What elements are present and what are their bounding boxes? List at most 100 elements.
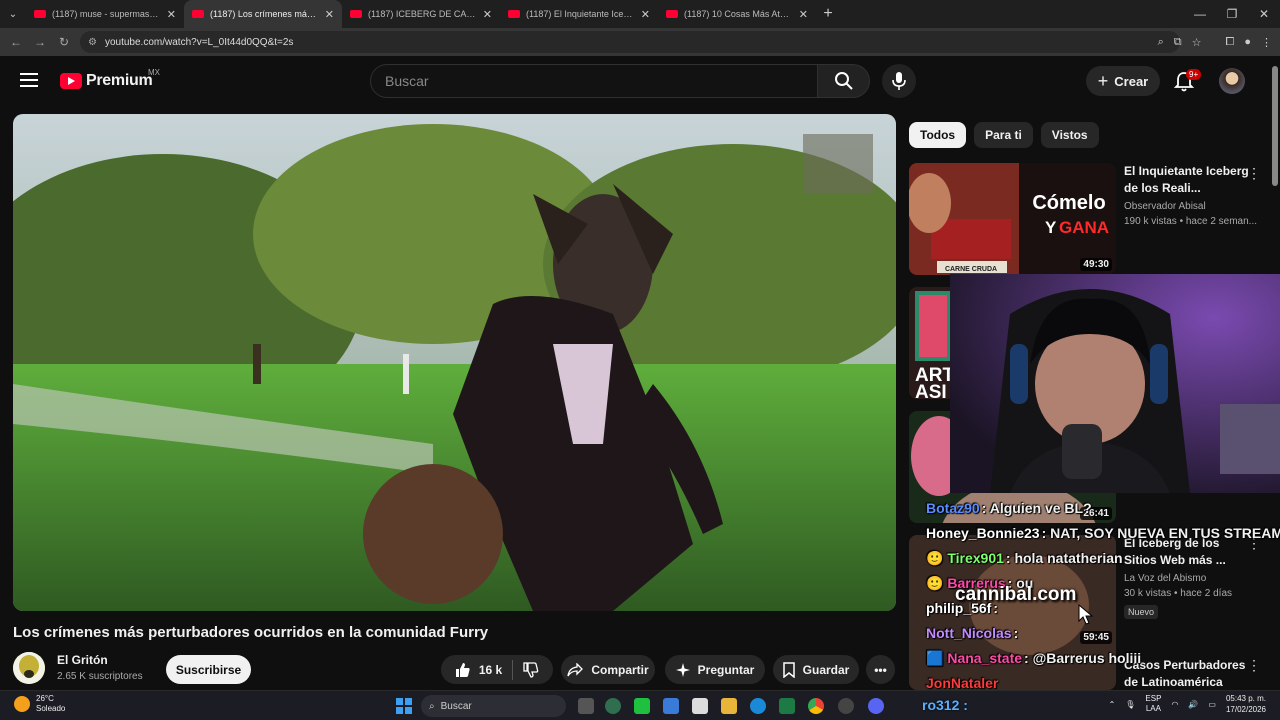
excel-icon[interactable]	[779, 698, 795, 714]
youtube-favicon-icon	[350, 10, 362, 18]
weather-widget[interactable]: 26°C Soleado	[14, 694, 65, 714]
edge-icon[interactable]	[750, 698, 766, 714]
menu-icon[interactable]	[20, 73, 38, 87]
profile-icon[interactable]: ●	[1244, 36, 1251, 48]
browser-tab-active[interactable]: (1187) Los crímenes más pertur ✕	[184, 0, 342, 28]
browser-tab[interactable]: (1187) ICEBERG DE CASOS OC ✕	[342, 0, 500, 28]
taskbar-search-label: Buscar	[440, 700, 472, 712]
temperature: 26°C	[36, 694, 54, 703]
browser-tab-strip: ⌄ (1187) muse - supermassive bla ✕ (1187)…	[0, 0, 1280, 28]
webcam-overlay	[950, 274, 1280, 493]
account-avatar[interactable]	[1219, 68, 1245, 94]
url-text: youtube.com/watch?v=L_0It44d0QQ&t=2s	[104, 36, 294, 48]
tray-overflow-icon[interactable]: ⌃	[1109, 700, 1116, 709]
create-button[interactable]: + Crear	[1086, 66, 1160, 96]
tab-title: (1187) El Inquietante Iceberg de	[526, 9, 635, 19]
browser-tab[interactable]: (1187) El Inquietante Iceberg de ✕	[500, 0, 658, 28]
like-dislike-group: 16 k	[441, 655, 553, 684]
close-tab-icon[interactable]: ✕	[167, 8, 176, 21]
chip-para-ti[interactable]: Para ti	[974, 122, 1033, 148]
new-tab-icon[interactable]: +	[816, 5, 840, 23]
battery-icon[interactable]: ▭	[1208, 700, 1216, 709]
video-frame	[13, 114, 896, 611]
youtube-header: Premium MX Buscar + Crear 9+	[0, 56, 1270, 106]
reload-icon[interactable]: ↻	[52, 35, 76, 49]
sparkle-icon	[675, 662, 690, 677]
channel-avatar[interactable]	[13, 652, 45, 684]
youtube-logo[interactable]: Premium MX	[60, 68, 160, 90]
dislike-icon[interactable]	[523, 661, 539, 678]
back-icon[interactable]: ←	[4, 35, 28, 49]
discord-icon[interactable]	[868, 698, 884, 714]
tab-search-icon[interactable]: ⌄	[0, 0, 26, 28]
chat-message: 🟦 Nana_state: @Barrerus holiii	[926, 646, 1280, 671]
chat-text: : Alguien ve BL?	[981, 500, 1092, 516]
zoom-icon[interactable]: ⌕	[1158, 36, 1164, 49]
browser-tab[interactable]: (1187) muse - supermassive bla ✕	[26, 0, 184, 28]
like-icon[interactable]	[455, 662, 471, 678]
recommended-channel[interactable]: Observador Abisal	[1124, 201, 1254, 212]
chrome-icon[interactable]	[808, 698, 824, 714]
like-count[interactable]: 16 k	[479, 663, 502, 677]
recommended-title[interactable]: El Inquietante Iceberg de los Reali...	[1124, 163, 1254, 197]
file-explorer-icon[interactable]	[721, 698, 737, 714]
ask-label: Preguntar	[697, 662, 755, 677]
site-info-icon[interactable]: ⚙	[88, 37, 97, 48]
app-icon[interactable]	[634, 698, 650, 714]
chat-bottom-user: ro312 :	[922, 697, 968, 713]
voice-search-button[interactable]	[882, 64, 916, 98]
mouse-cursor-icon	[1078, 604, 1094, 625]
volume-icon[interactable]: 🔊	[1188, 700, 1198, 709]
restore-icon[interactable]: ❐	[1216, 0, 1248, 28]
more-actions-button[interactable]: •••	[866, 655, 895, 684]
cast-icon[interactable]: ⧉	[1174, 36, 1182, 49]
video-thumbnail[interactable]: Cómelo Y GANA CARNE CRUDA 49:30	[909, 163, 1116, 275]
chat-badge-icon: 🙂	[926, 550, 948, 566]
save-button[interactable]: Guardar	[773, 655, 859, 684]
app-icon[interactable]	[605, 698, 621, 714]
forward-icon[interactable]: →	[28, 35, 52, 49]
youtube-favicon-icon	[666, 10, 678, 18]
search-icon: ⌕	[429, 700, 435, 712]
task-view-icon[interactable]	[578, 698, 594, 714]
app-icon[interactable]	[663, 698, 679, 714]
app-icon[interactable]	[838, 698, 854, 714]
close-tab-icon[interactable]: ✕	[641, 8, 650, 21]
create-label: Crear	[1114, 73, 1149, 89]
chip-todos[interactable]: Todos	[909, 122, 967, 148]
close-tab-icon[interactable]: ✕	[483, 8, 492, 21]
browser-tab[interactable]: (1187) 10 Cosas Más Aterrador ✕	[658, 0, 816, 28]
share-button[interactable]: Compartir	[561, 655, 655, 684]
close-tab-icon[interactable]: ✕	[325, 8, 334, 21]
thumbnail-text: ASI	[915, 382, 947, 399]
channel-name[interactable]: El Gritón	[57, 653, 108, 667]
store-icon[interactable]	[692, 698, 708, 714]
subscribe-button[interactable]: Suscribirse	[166, 655, 251, 684]
scrollbar-thumb[interactable]	[1272, 66, 1278, 186]
language-indicator[interactable]: ESP LAA	[1145, 694, 1161, 714]
weather-label: Soleado	[36, 704, 66, 713]
browser-menu-icon[interactable]: ⋮	[1261, 36, 1272, 49]
url-field[interactable]: ⚙ youtube.com/watch?v=L_0It44d0QQ&t=2s	[80, 31, 1180, 53]
microphone-icon[interactable]: 🎙	[1125, 700, 1135, 709]
taskbar-search[interactable]: ⌕ Buscar	[421, 695, 566, 717]
close-tab-icon[interactable]: ✕	[799, 8, 808, 21]
bookmark-star-icon[interactable]: ☆	[1192, 36, 1202, 49]
subscriber-count: 2.65 K suscriptores	[57, 671, 143, 682]
chip-vistos[interactable]: Vistos	[1040, 122, 1099, 148]
recommended-video[interactable]: Cómelo Y GANA CARNE CRUDA 49:30 El Inqui…	[909, 163, 1269, 275]
extensions-icon[interactable]: ⧠	[1226, 36, 1235, 49]
wifi-icon[interactable]: ◠	[1171, 700, 1178, 709]
toolbar-icons: ⌕ ⧉ ☆ ⧠ ● ⋮	[1158, 28, 1272, 56]
system-tray: ⌃ 🎙 ESP LAA ◠ 🔊 ▭ 05:43 p. m. 17/02/2026	[1109, 693, 1266, 715]
clock[interactable]: 05:43 p. m. 17/02/2026	[1226, 693, 1266, 715]
ask-button[interactable]: Preguntar	[665, 655, 765, 684]
video-player[interactable]	[13, 114, 896, 611]
windows-start-icon[interactable]	[396, 698, 412, 714]
more-options-icon[interactable]: ⋮	[1247, 165, 1261, 182]
more-dots-icon: •••	[874, 662, 887, 677]
close-window-icon[interactable]: ✕	[1248, 0, 1280, 28]
search-input[interactable]: Buscar	[370, 64, 818, 98]
minimize-icon[interactable]: —	[1184, 0, 1216, 28]
search-button[interactable]	[818, 64, 870, 98]
